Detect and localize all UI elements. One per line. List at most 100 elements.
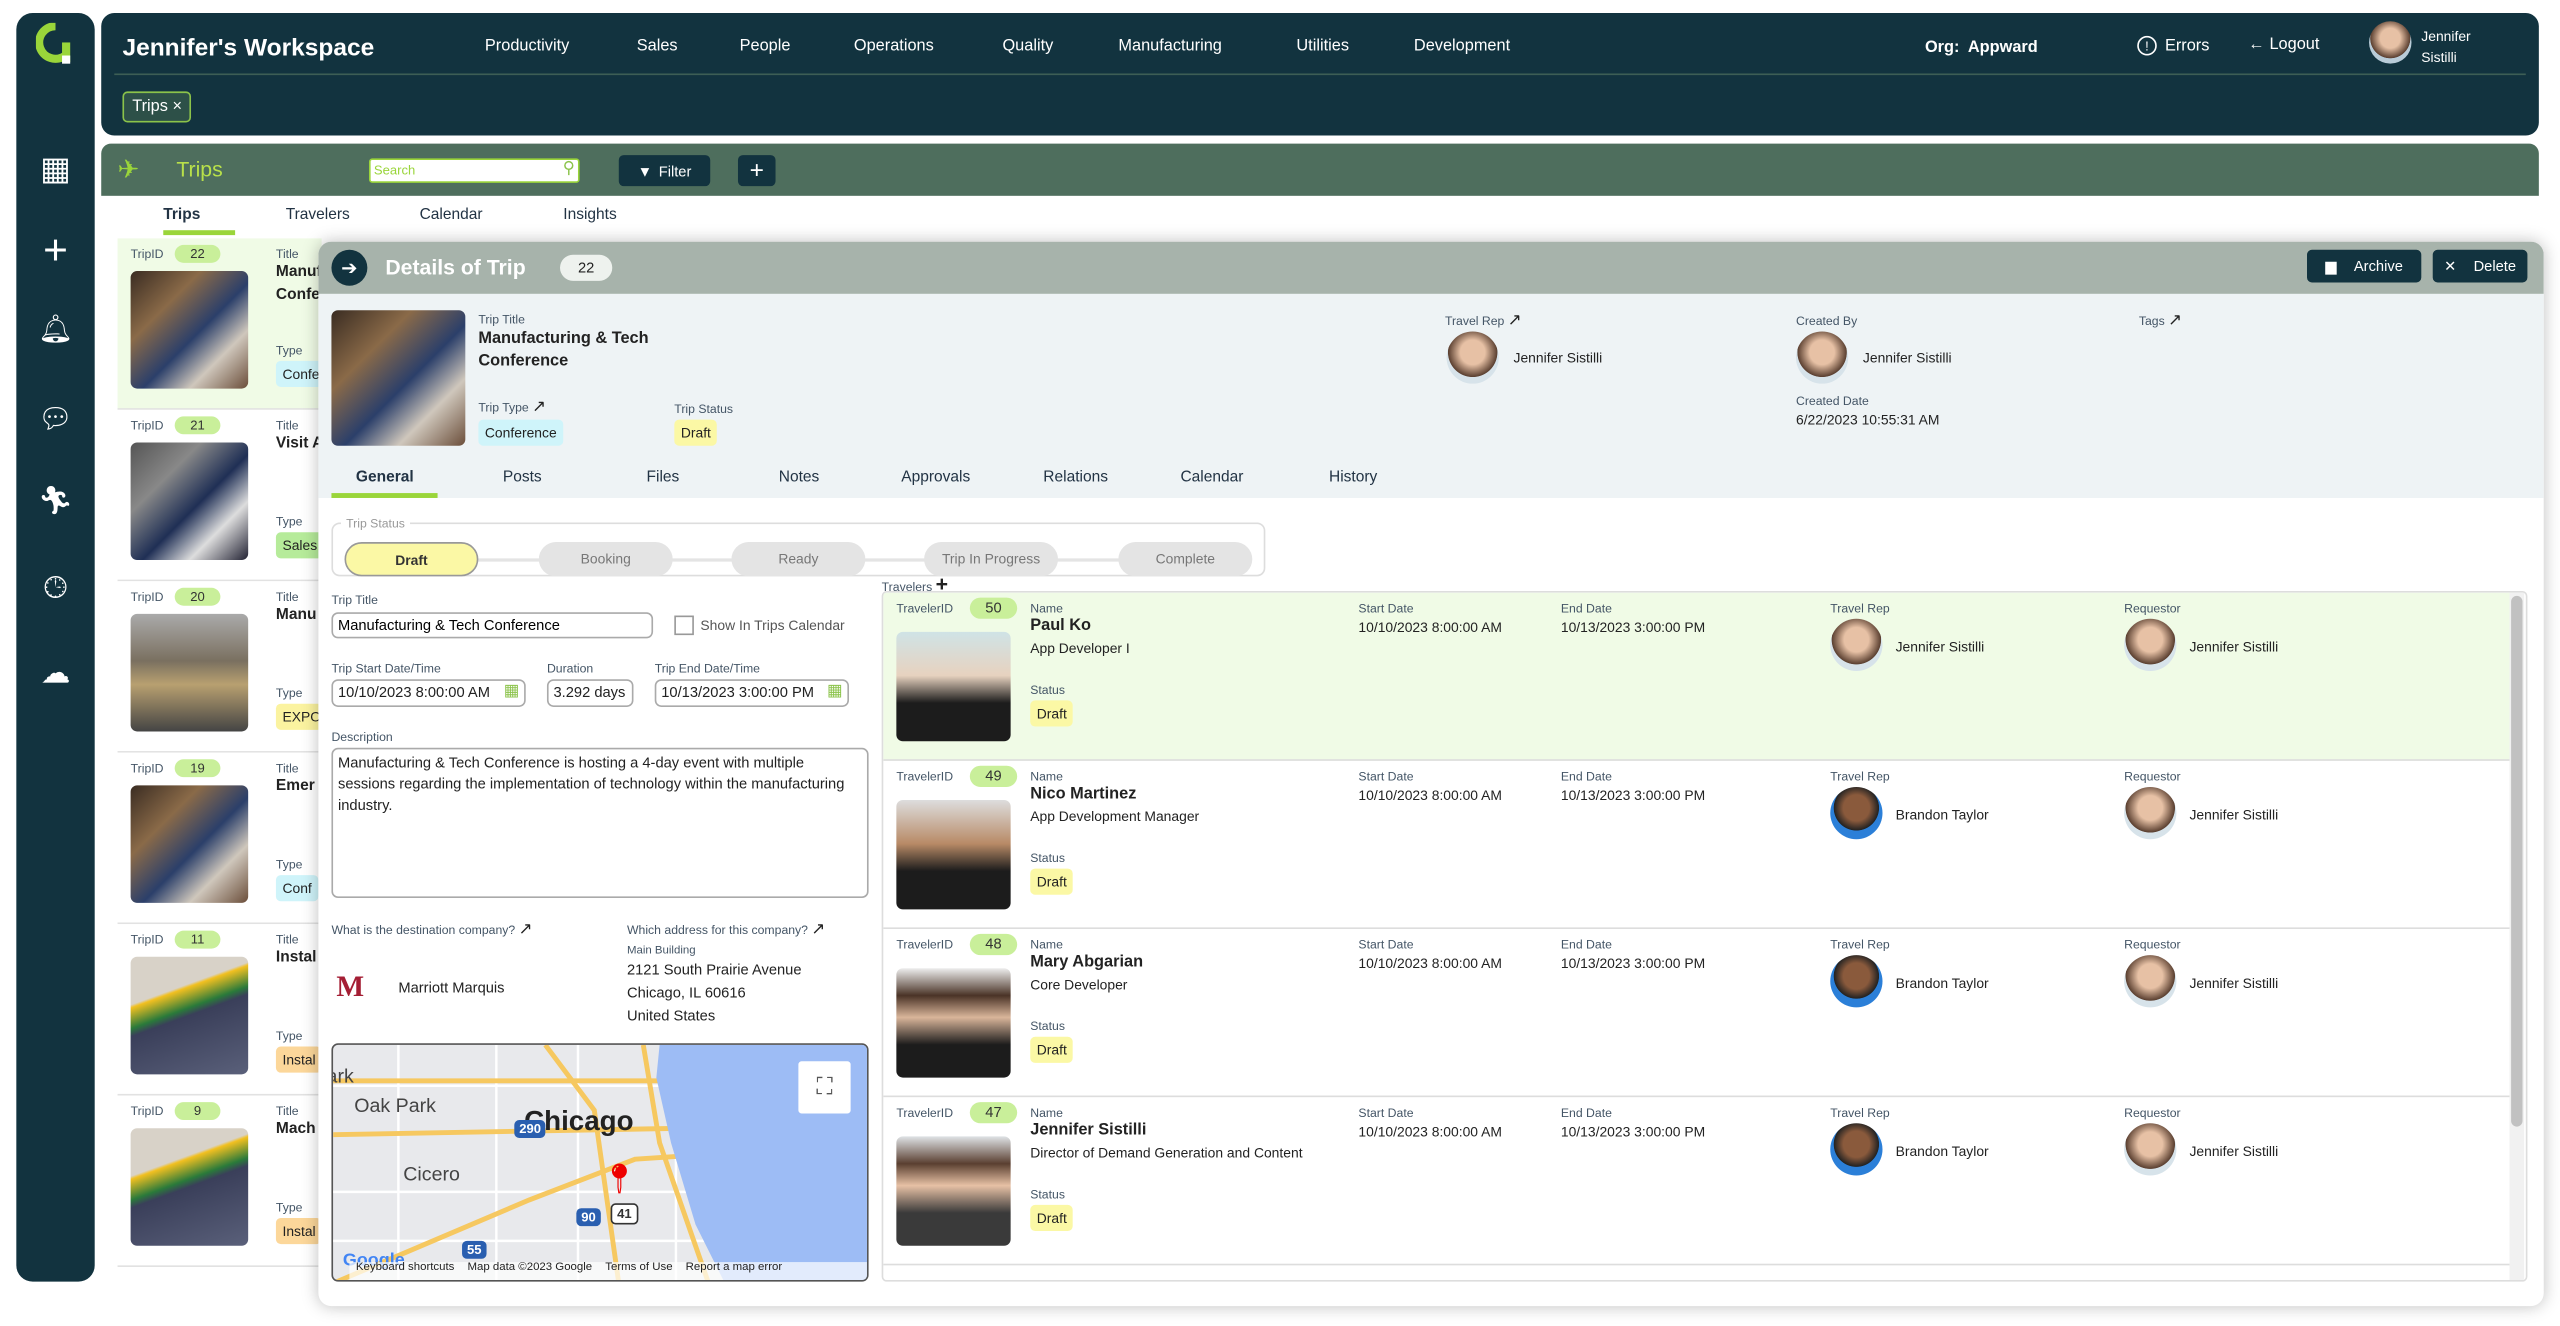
chat-icon[interactable]: 💬︎	[36, 400, 75, 439]
status-step-booking[interactable]: Booking	[538, 542, 673, 577]
traveler-row[interactable]: TravelerID 47 Name Jennifer Sistilli Directo…	[883, 1097, 2513, 1266]
traveler-start-date: 10/10/2023 8:00:00 AM	[1358, 1123, 1502, 1140]
archive-button[interactable]: ▆ Archive	[2307, 249, 2422, 283]
cloud-upload-icon[interactable]: ☁	[36, 653, 75, 692]
map-place-label: Cicero	[403, 1162, 460, 1186]
nav-development[interactable]: Development	[1414, 38, 1510, 56]
travel-rep-label-text: Travel Rep	[1444, 313, 1505, 329]
archive-icon: ▆	[2325, 257, 2337, 274]
trip-card[interactable]: TripID 9 Title Mach Trip t Type Instal	[117, 1095, 358, 1267]
travel-rep-avatar	[1446, 331, 1499, 384]
trip-type: Sales	[275, 532, 324, 559]
open-tab-trips[interactable]: Trips ×	[122, 91, 192, 123]
status-step-draft[interactable]: Draft	[344, 542, 479, 577]
tab-files[interactable]: Files	[647, 469, 680, 487]
plus-icon[interactable]: +	[36, 229, 75, 271]
status-step-ready[interactable]: Ready	[731, 542, 866, 577]
tab-calendar[interactable]: Calendar	[1180, 469, 1243, 487]
trip-card[interactable]: TripID 11 Title Instal Type Instal	[117, 924, 323, 1096]
nav-quality[interactable]: Quality	[1002, 38, 1053, 56]
external-link-icon[interactable]: ↗	[519, 921, 533, 939]
trip-title-input[interactable]	[331, 612, 654, 639]
trip-type-value: Conference	[478, 419, 564, 446]
trip-card[interactable]: TripID 20 Title Manu Type EXPO	[117, 581, 328, 753]
external-link-icon[interactable]: ↗	[2168, 312, 2182, 330]
arrow-right-icon[interactable]: ➔	[331, 249, 368, 286]
bell-icon[interactable]: 🔔︎	[36, 310, 75, 349]
map-pin-icon[interactable]: 📍︎	[601, 1162, 638, 1196]
travel-rep-label: Travel Rep	[1830, 1105, 1890, 1121]
traveler-name: Jennifer Sistilli	[1030, 1121, 1147, 1140]
map-footer-link[interactable]: Terms of Use	[605, 1262, 672, 1280]
tags-label: Tags ↗	[2139, 312, 2182, 330]
nav-operations[interactable]: Operations	[854, 38, 934, 56]
close-icon[interactable]: ×	[172, 98, 182, 116]
search-icon[interactable]: ⚲	[563, 160, 575, 178]
user-name: Jennifer Sistilli	[2421, 26, 2470, 68]
tab-approvals[interactable]: Approvals	[901, 469, 970, 487]
highway-shield: 90	[576, 1208, 601, 1227]
end-date-input[interactable]: 10/13/2023 3:00:00 PM ▦	[654, 679, 850, 707]
fullscreen-icon[interactable]: ⛶	[798, 1061, 851, 1114]
traveler-row[interactable]: TravelerID 50 Name Paul Ko App Developer I St…	[883, 592, 2513, 761]
name-label: Name	[1030, 600, 1063, 616]
status-label: Status	[1030, 1018, 1065, 1034]
app-logo[interactable]	[35, 22, 75, 64]
tab-calendar[interactable]: Calendar	[420, 206, 483, 224]
nav-manufacturing[interactable]: Manufacturing	[1118, 38, 1221, 56]
tab-trips[interactable]: Trips	[163, 206, 200, 224]
nav-utilities[interactable]: Utilities	[1296, 38, 1349, 56]
user-avatar[interactable]	[2369, 21, 2412, 64]
tab-insights[interactable]: Insights	[563, 206, 616, 224]
map-footer-link[interactable]: Keyboard shortcuts	[356, 1262, 454, 1280]
add-trip-button[interactable]: +	[737, 155, 776, 187]
map-footer-link[interactable]: Report a map error	[686, 1262, 783, 1280]
logout-button[interactable]: ← Logout	[2248, 36, 2319, 54]
tab-posts[interactable]: Posts	[503, 469, 542, 487]
traveler-id-badge: 49	[969, 765, 1018, 787]
requestor-avatar	[2124, 1123, 2177, 1176]
trip-photo	[130, 613, 249, 732]
description-textarea[interactable]: Manufacturing & Tech Conference is hosti…	[331, 747, 869, 898]
traveler-status: Draft	[1030, 700, 1074, 727]
travel-rep-avatar	[1830, 618, 1883, 672]
external-link-icon[interactable]: ↗	[532, 398, 546, 416]
trip-card[interactable]: TripID22TitleManufacturing & Tech Confer…	[117, 238, 438, 410]
traveler-row[interactable]: TravelerID 49 Name Nico Martinez App Develop…	[883, 761, 2513, 930]
scrollbar-track[interactable]	[2509, 592, 2525, 1281]
start-date-input[interactable]: 10/10/2023 8:00:00 AM ▦	[331, 679, 526, 707]
delete-button[interactable]: ✕ Delete	[2432, 249, 2528, 283]
calendar-icon[interactable]: ▦	[504, 682, 519, 700]
trip-card[interactable]: TripID 19 Title Emer Conf Type Conf	[117, 752, 354, 925]
tab-notes[interactable]: Notes	[779, 469, 820, 487]
external-link-icon[interactable]: ↗	[1508, 312, 1522, 330]
nav-people[interactable]: People	[740, 38, 791, 56]
map[interactable]: ChicagoParkOak ParkCicero290905541 ⛶ 📍︎ …	[331, 1043, 869, 1282]
external-link-icon[interactable]: ↗	[811, 921, 825, 939]
show-in-calendar-checkbox[interactable]	[674, 615, 694, 636]
errors-button[interactable]: ! Errors	[2137, 35, 2209, 56]
map-footer-link[interactable]: Map data ©2023 Google	[467, 1262, 592, 1280]
trip-id-badge: 20	[174, 587, 221, 606]
filter-button[interactable]: ▼ Filter	[618, 155, 711, 187]
tab-travelers[interactable]: Travelers	[286, 206, 350, 224]
scrollbar-thumb[interactable]	[2511, 595, 2523, 1127]
nav-productivity[interactable]: Productivity	[485, 38, 569, 56]
status-step-complete[interactable]: Complete	[1118, 542, 1253, 577]
traveler-row[interactable]: TravelerID 48 Name Mary Abgarian Core Develo…	[883, 929, 2513, 1098]
nav-sales[interactable]: Sales	[637, 38, 678, 56]
search-input[interactable]: Search ⚲	[368, 158, 580, 183]
calendar-icon[interactable]: ▦	[827, 682, 842, 700]
tab-history[interactable]: History	[1329, 469, 1377, 487]
form-title-label: Trip Title	[331, 592, 378, 608]
tab-general[interactable]: General	[356, 469, 414, 487]
marriott-logo: M	[336, 969, 365, 1003]
workspace-title: Jennifer's Workspace	[122, 34, 375, 63]
clock-icon[interactable]: 🕒︎	[36, 568, 75, 607]
grid-icon[interactable]: ▦	[36, 150, 75, 189]
trip-card[interactable]: TripID 21 Title Visit A Type Sales	[117, 409, 324, 582]
tab-relations[interactable]: Relations	[1043, 469, 1108, 487]
runner-icon[interactable]: 🏃︎	[36, 482, 75, 521]
trip-type: Instal	[275, 1217, 323, 1245]
duration-input[interactable]: 3.292 days	[546, 679, 634, 707]
